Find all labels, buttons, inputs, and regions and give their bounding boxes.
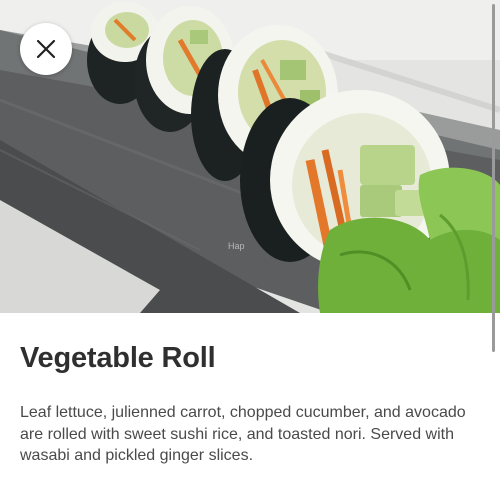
scrollbar[interactable]: [492, 4, 495, 352]
dish-photo: Hap: [0, 0, 500, 313]
close-button[interactable]: [20, 23, 72, 75]
dish-description: Leaf lettuce, julienned carrot, chopped …: [20, 404, 466, 464]
close-icon: [36, 39, 56, 59]
photo-watermark: Hap: [228, 241, 245, 251]
dish-title: Vegetable Roll: [20, 342, 216, 374]
dish-detail-modal: Hap Vegetable Roll Leaf lettuce, julienn…: [0, 0, 500, 494]
